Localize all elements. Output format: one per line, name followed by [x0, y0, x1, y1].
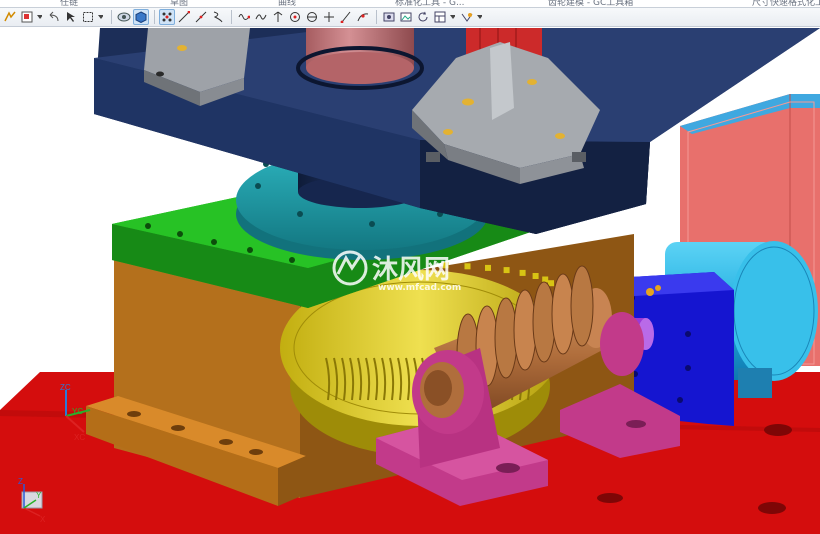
select-filter-icon[interactable]	[19, 9, 35, 25]
gear-tooth-top	[464, 263, 471, 270]
cad-model-view: ZC YC XC Z Y X 沐风网 www.mfcad.com	[0, 28, 820, 534]
curve-icon[interactable]	[210, 9, 226, 25]
yc-axis-label: YC	[72, 407, 83, 416]
circle-point-icon[interactable]	[287, 9, 303, 25]
tab-label[interactable]: 齿轮建模 - GC工具箱	[548, 0, 633, 7]
tab-label[interactable]: 尺寸快速格式化工具 - GC...	[752, 0, 820, 7]
gear-tooth-top	[519, 269, 526, 276]
snap-grid-icon[interactable]	[159, 9, 175, 25]
vertical-line-icon[interactable]	[270, 9, 286, 25]
diagonal-line-icon[interactable]	[193, 9, 209, 25]
x-axis-label: X	[40, 515, 46, 524]
graphics-viewport[interactable]: ZC YC XC Z Y X 沐风网 www.mfcad.com	[0, 28, 820, 534]
worm-thread	[551, 273, 575, 355]
gear-tooth-top	[542, 276, 549, 283]
gear-tooth-top	[532, 273, 539, 279]
worm-thread	[532, 281, 556, 363]
center-icon[interactable]	[304, 9, 320, 25]
main-toolbar	[0, 8, 820, 27]
toolbar-separator	[111, 10, 112, 24]
plus-icon[interactable]	[321, 9, 337, 25]
z-axis-label: Z	[18, 477, 23, 486]
gear-tooth-top	[485, 264, 491, 271]
layout-icon[interactable]	[432, 9, 448, 25]
worm-thread	[494, 297, 518, 379]
view-settings-icon[interactable]	[459, 9, 475, 25]
image-icon[interactable]	[398, 9, 414, 25]
tab-strip: 任链 草图 曲线 标准化工具 - G... 齿轮建模 - GC工具箱 尺寸快速格…	[0, 0, 820, 8]
undo-icon[interactable]	[46, 9, 62, 25]
dropdown-icon[interactable]	[449, 9, 456, 25]
curve-edit-icon[interactable]	[355, 9, 371, 25]
spline-icon[interactable]	[236, 9, 252, 25]
dropdown-icon[interactable]	[476, 9, 483, 25]
dropdown-icon[interactable]	[36, 9, 43, 25]
tab-label[interactable]: 任链	[60, 0, 78, 7]
refresh-icon[interactable]	[415, 9, 431, 25]
rotate-view-icon[interactable]	[116, 9, 132, 25]
zc-axis-label: ZC	[60, 383, 71, 392]
sketch-icon[interactable]	[2, 9, 18, 25]
wave-curve-icon[interactable]	[253, 9, 269, 25]
watermark-brand-text: 沐风网	[372, 255, 450, 285]
toolbar-separator	[154, 10, 155, 24]
tab-label[interactable]: 曲线	[278, 0, 296, 7]
screenshot-icon[interactable]	[381, 9, 397, 25]
worm-thread	[570, 265, 594, 347]
xc-axis-label: XC	[74, 433, 85, 442]
dropdown-icon[interactable]	[97, 9, 104, 25]
toolbar-separator	[376, 10, 377, 24]
watermark-url-text: www.mfcad.com	[378, 283, 461, 293]
line-icon[interactable]	[176, 9, 192, 25]
slash-icon[interactable]	[338, 9, 354, 25]
box-select-icon[interactable]	[80, 9, 96, 25]
toolbar-separator	[231, 10, 232, 24]
y-axis-label: Y	[36, 491, 42, 500]
tab-label[interactable]: 标准化工具 - G...	[395, 0, 465, 7]
shaded-view-icon[interactable]	[133, 9, 149, 25]
worm-thread	[513, 289, 537, 371]
tab-label[interactable]: 草图	[170, 0, 188, 7]
cursor-select-icon[interactable]	[63, 9, 79, 25]
gear-tooth-top	[503, 267, 510, 274]
